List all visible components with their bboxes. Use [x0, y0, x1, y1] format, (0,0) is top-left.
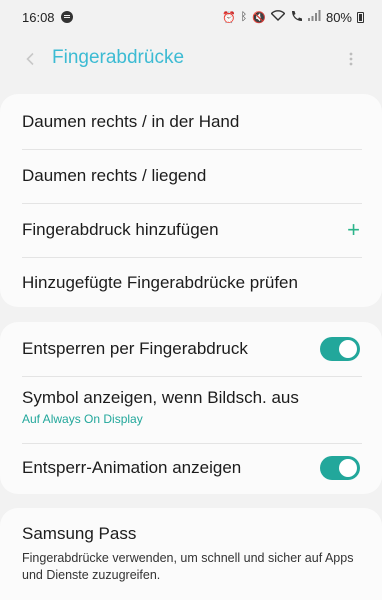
- show-icon-screen-off-value: Auf Always On Display: [22, 412, 143, 426]
- battery-percent: 80%: [325, 9, 352, 25]
- samsung-pass-description: Fingerabdrücke verwenden, um schnell und…: [22, 551, 354, 582]
- wifi-icon: [270, 10, 286, 24]
- spotify-icon: [60, 11, 73, 23]
- more-options-button[interactable]: [340, 48, 362, 70]
- divider: [22, 443, 362, 444]
- fingerprints-card: Daumen rechts / in der Hand Daumen recht…: [0, 94, 382, 307]
- mute-icon: 🔇: [252, 11, 266, 24]
- divider: [22, 149, 362, 150]
- battery-icon: [357, 11, 364, 23]
- unlock-animation-label: Entsperr-Animation anzeigen: [22, 458, 242, 477]
- show-icon-screen-off-item[interactable]: Symbol anzeigen, wenn Bildsch. aus Auf A…: [22, 388, 360, 432]
- wifi-call-icon: [290, 10, 303, 25]
- toggle-knob: [339, 459, 357, 477]
- unlock-animation-item[interactable]: Entsperr-Animation anzeigen: [22, 455, 360, 481]
- samsung-pass-card[interactable]: Samsung Pass Fingerabdrücke verwenden, u…: [0, 508, 382, 600]
- unlock-animation-toggle[interactable]: [320, 456, 360, 480]
- app-header: Fingerabdrücke: [0, 38, 382, 80]
- more-vertical-icon: [349, 52, 353, 66]
- page-title: Fingerabdrücke: [52, 47, 185, 68]
- check-fingerprints-item[interactable]: Hinzugefügte Fingerabdrücke prüfen: [22, 271, 360, 295]
- show-icon-screen-off-label: Symbol anzeigen, wenn Bildsch. aus: [22, 388, 299, 407]
- status-bar: 16:08 ⏰ ᛒ 🔇 80%: [0, 0, 382, 34]
- add-fingerprint-item[interactable]: Fingerabdruck hinzufügen +: [22, 218, 360, 242]
- alarm-icon: ⏰: [221, 11, 236, 24]
- samsung-pass-item[interactable]: Samsung Pass Fingerabdrücke verwenden, u…: [22, 524, 360, 584]
- samsung-pass-title: Samsung Pass: [22, 524, 137, 543]
- signal-icon: [307, 10, 321, 24]
- divider: [22, 257, 362, 258]
- fingerprint-settings-card: Entsperren per Fingerabdruck Symbol anze…: [0, 322, 382, 494]
- add-fingerprint-label: Fingerabdruck hinzufügen: [22, 220, 219, 239]
- unlock-with-fingerprint-label: Entsperren per Fingerabdruck: [22, 339, 248, 358]
- chevron-left-icon: [26, 52, 34, 66]
- check-fingerprints-label: Hinzugefügte Fingerabdrücke prüfen: [22, 273, 298, 292]
- fingerprint-item-label: Daumen rechts / in der Hand: [22, 112, 240, 131]
- status-left: 16:08: [22, 10, 73, 25]
- divider: [22, 376, 362, 377]
- toggle-knob: [339, 340, 357, 358]
- plus-icon: +: [347, 217, 360, 242]
- status-right: ⏰ ᛒ 🔇 80%: [222, 10, 364, 25]
- status-time: 16:08: [22, 9, 55, 25]
- fingerprint-item-1[interactable]: Daumen rechts / in der Hand: [22, 110, 360, 134]
- fingerprint-item-2[interactable]: Daumen rechts / liegend: [22, 164, 360, 188]
- fingerprint-item-label: Daumen rechts / liegend: [22, 166, 207, 185]
- back-button[interactable]: [20, 48, 42, 70]
- bluetooth-icon: ᛒ: [240, 11, 248, 23]
- divider: [22, 203, 362, 204]
- unlock-with-fingerprint-item[interactable]: Entsperren per Fingerabdruck: [22, 336, 360, 362]
- unlock-toggle[interactable]: [320, 337, 360, 361]
